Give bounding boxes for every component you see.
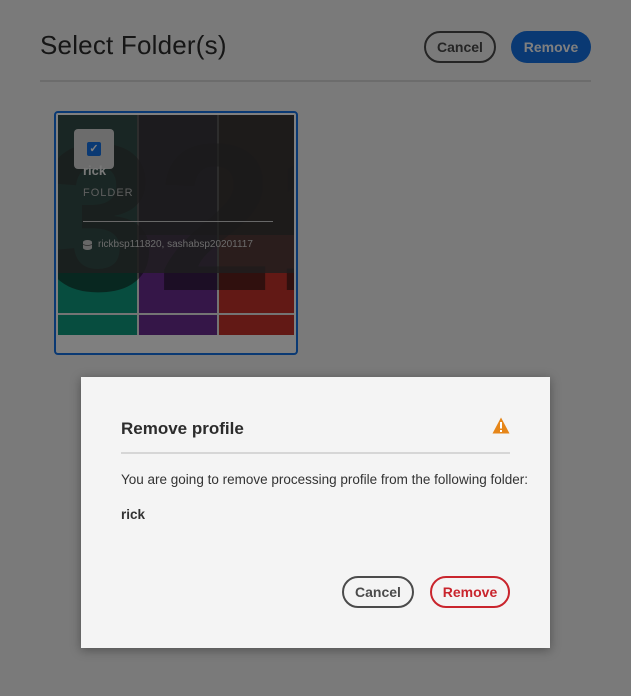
dialog-remove-button[interactable]: Remove (430, 576, 510, 608)
dialog-divider (121, 452, 510, 454)
dialog-title: Remove profile (121, 419, 244, 438)
remove-profile-dialog: Remove profile You are going to remove p… (81, 377, 550, 648)
dialog-folder-name: rick (121, 507, 146, 522)
warning-icon (492, 417, 510, 434)
dialog-message: You are going to remove processing profi… (121, 472, 528, 487)
dialog-cancel-button[interactable]: Cancel (342, 576, 414, 608)
